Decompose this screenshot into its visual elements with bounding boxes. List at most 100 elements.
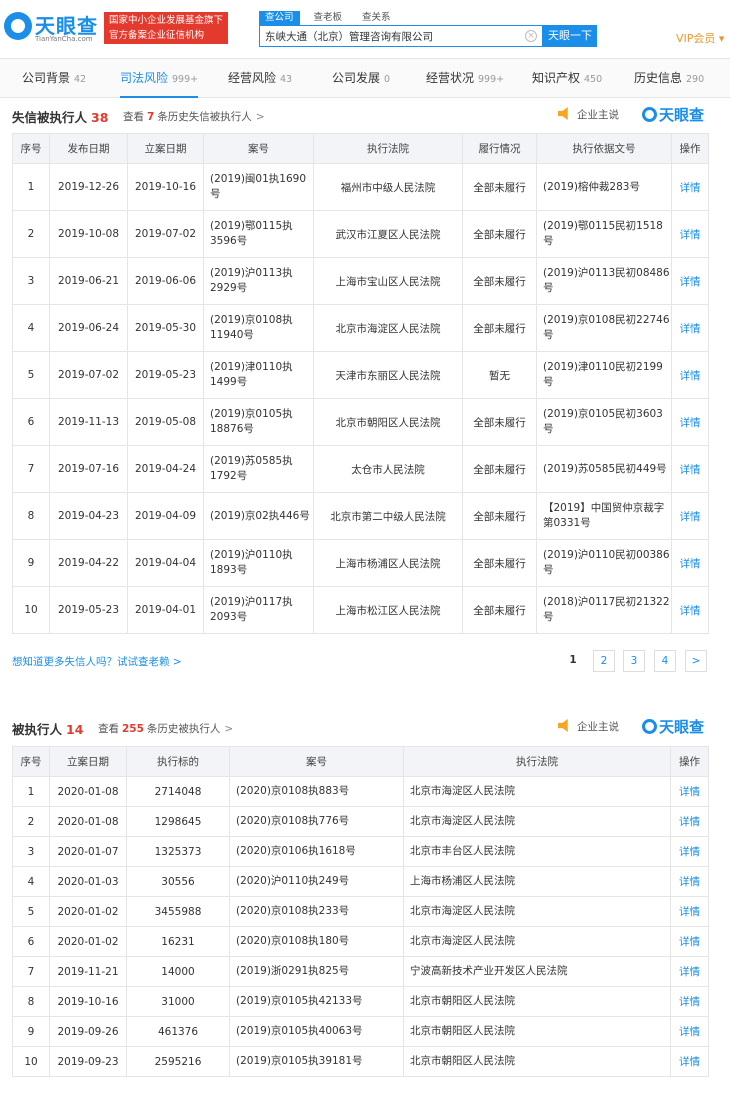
table-cell: (2019)鄂0115执3596号 <box>203 210 314 258</box>
detail-link[interactable]: 详情 <box>670 956 709 987</box>
detail-link[interactable]: 详情 <box>670 1016 709 1047</box>
table-cell: 31000 <box>126 986 230 1017</box>
table-cell: (2020)京0108执180号 <box>229 926 404 957</box>
owner-speak-button[interactable]: 企业主说 <box>558 107 619 122</box>
table-cell: (2019)京0108执11940号 <box>203 304 314 352</box>
table-cell: 2019-04-09 <box>127 492 204 540</box>
section-title-text: 被执行人 <box>12 722 63 737</box>
table-cell: 全部未履行 <box>462 586 537 634</box>
table-cell: 全部未履行 <box>462 163 537 211</box>
table-cell: 2019-05-23 <box>127 351 204 399</box>
tab-operating-status[interactable]: 经营状况 999+ <box>426 59 504 97</box>
detail-link[interactable]: 详情 <box>671 351 709 399</box>
detail-link[interactable]: 详情 <box>671 257 709 305</box>
table-cell: 2020-01-02 <box>49 896 127 927</box>
table-cell: (2019)沪0110民初00386号 <box>536 539 672 587</box>
table-cell: 1298645 <box>126 806 230 837</box>
tab-label: 经营状况 <box>426 71 475 85</box>
table-cell: 2019-07-16 <box>49 445 128 493</box>
table-row: 1 2019-12-26 2019-10-16 (2019)闽01执1690号 福州市中… <box>12 163 709 211</box>
tab-company-development[interactable]: 公司发展 0 <box>332 59 390 97</box>
logo-eye-icon <box>4 12 32 40</box>
page-2[interactable]: 2 <box>593 650 615 672</box>
page-4[interactable]: 4 <box>654 650 676 672</box>
table-cell: 北京市海淀区人民法院 <box>313 304 463 352</box>
tab-intellectual-property[interactable]: 知识产权 450 <box>532 59 602 97</box>
tab-label: 经营风险 <box>228 71 277 85</box>
executed-table: 序号 立案日期 执行标的 案号 执行法院 操作 1 2020-01-08 2714048 (20… <box>12 746 709 1077</box>
history-dishonest-link[interactable]: 查看 7 条历史失信被执行人 > <box>123 109 265 124</box>
detail-link[interactable]: 详情 <box>671 304 709 352</box>
table-cell: (2019)沪0113执2929号 <box>203 257 314 305</box>
table-row: 2 2020-01-08 1298645 (2020)京0108执776号 北京市海淀区… <box>12 806 709 837</box>
page-3[interactable]: 3 <box>623 650 645 672</box>
tianyancha-icon <box>642 107 657 122</box>
column-header: 执行法院 <box>403 746 671 777</box>
table-cell: 上海市杨浦区人民法院 <box>313 539 463 587</box>
detail-link[interactable]: 详情 <box>670 896 709 927</box>
detail-link[interactable]: 详情 <box>670 866 709 897</box>
detail-link[interactable]: 详情 <box>670 1046 709 1077</box>
tab-operating-risk[interactable]: 经营风险 43 <box>228 59 292 97</box>
tab-company-background[interactable]: 公司背景 42 <box>22 59 86 97</box>
history-prefix: 查看 <box>98 723 119 735</box>
detail-link[interactable]: 详情 <box>671 539 709 587</box>
table-cell: 2020-01-07 <box>49 836 127 867</box>
section-title-text: 失信被执行人 <box>12 110 88 125</box>
detail-link[interactable]: 详情 <box>670 776 709 807</box>
table-cell: 2019-04-22 <box>49 539 128 587</box>
search-tab-company[interactable]: 查公司 <box>259 11 300 25</box>
table-cell: 太仓市人民法院 <box>313 445 463 493</box>
search-tab-relation[interactable]: 查关系 <box>356 11 397 25</box>
detail-link[interactable]: 详情 <box>670 836 709 867</box>
badge-line-1: 国家中小企业发展基金旗下 <box>109 15 224 26</box>
tab-judicial-risk[interactable]: 司法风险 999+ <box>120 59 199 98</box>
table-row: 5 2020-01-02 3455988 (2020)京0108执233号 北京市海淀区… <box>12 896 709 927</box>
table-cell: 2019-06-06 <box>127 257 204 305</box>
detail-link[interactable]: 详情 <box>670 986 709 1017</box>
detail-link[interactable]: 详情 <box>671 445 709 493</box>
vip-member-link[interactable]: VIP会员 ▾ <box>676 30 724 46</box>
detail-link[interactable]: 详情 <box>671 163 709 211</box>
table-cell: 福州市中级人民法院 <box>313 163 463 211</box>
table-cell: 6 <box>12 926 50 957</box>
detail-link[interactable]: 详情 <box>671 586 709 634</box>
table-cell: 2019-10-16 <box>49 986 127 1017</box>
detail-link[interactable]: 详情 <box>670 926 709 957</box>
table-cell: 8 <box>12 986 50 1017</box>
tab-label: 知识产权 <box>532 71 581 85</box>
brand-text: 天眼查 <box>659 106 705 124</box>
search-button[interactable]: 天眼一下 <box>543 25 597 47</box>
search-input[interactable] <box>265 26 520 46</box>
table-cell: (2019)京0105执18876号 <box>203 398 314 446</box>
tab-history[interactable]: 历史信息 290 <box>634 59 704 97</box>
brand-text: 天眼查 <box>659 718 705 736</box>
tab-label: 公司背景 <box>22 71 71 85</box>
owner-speak-button[interactable]: 企业主说 <box>558 719 619 734</box>
table-cell: 2 <box>12 210 50 258</box>
certification-badge: 国家中小企业发展基金旗下 官方备案企业征信机构 <box>104 12 228 44</box>
site-logo[interactable]: 天眼查 TianYanCha.com <box>4 8 104 48</box>
search-tab-boss[interactable]: 查老板 <box>308 11 349 25</box>
detail-link[interactable]: 详情 <box>671 492 709 540</box>
detail-link[interactable]: 详情 <box>671 398 709 446</box>
clear-icon[interactable]: × <box>525 30 537 42</box>
detail-link[interactable]: 详情 <box>670 806 709 837</box>
table-row: 8 2019-10-16 31000 (2019)京0105执42133号 北京市朝阳区… <box>12 986 709 1017</box>
table-cell: 北京市朝阳区人民法院 <box>403 986 671 1017</box>
next-page-button[interactable]: > <box>685 650 707 672</box>
table-cell: 2019-09-26 <box>49 1016 127 1047</box>
tab-count: 450 <box>584 74 603 85</box>
page-1[interactable]: 1 <box>562 650 584 672</box>
table-cell: 2 <box>12 806 50 837</box>
table-cell: 9 <box>12 1016 50 1047</box>
find-more-dishonest-link[interactable]: 想知道更多失信人吗？试试查老赖 > <box>12 654 182 669</box>
column-header: 执行依据文号 <box>536 133 672 164</box>
history-arrow: > <box>255 111 265 123</box>
table-row: 6 2019-11-13 2019-05-08 (2019)京0105执18876号北… <box>12 398 709 446</box>
table-header-row: 序号 发布日期 立案日期 案号 执行法院 履行情况 执行依据文号 操作 <box>12 133 709 164</box>
table-cell: 全部未履行 <box>462 304 537 352</box>
history-executed-link[interactable]: 查看 255 条历史被执行人 > <box>98 721 233 736</box>
tab-label: 公司发展 <box>332 71 381 85</box>
detail-link[interactable]: 详情 <box>671 210 709 258</box>
